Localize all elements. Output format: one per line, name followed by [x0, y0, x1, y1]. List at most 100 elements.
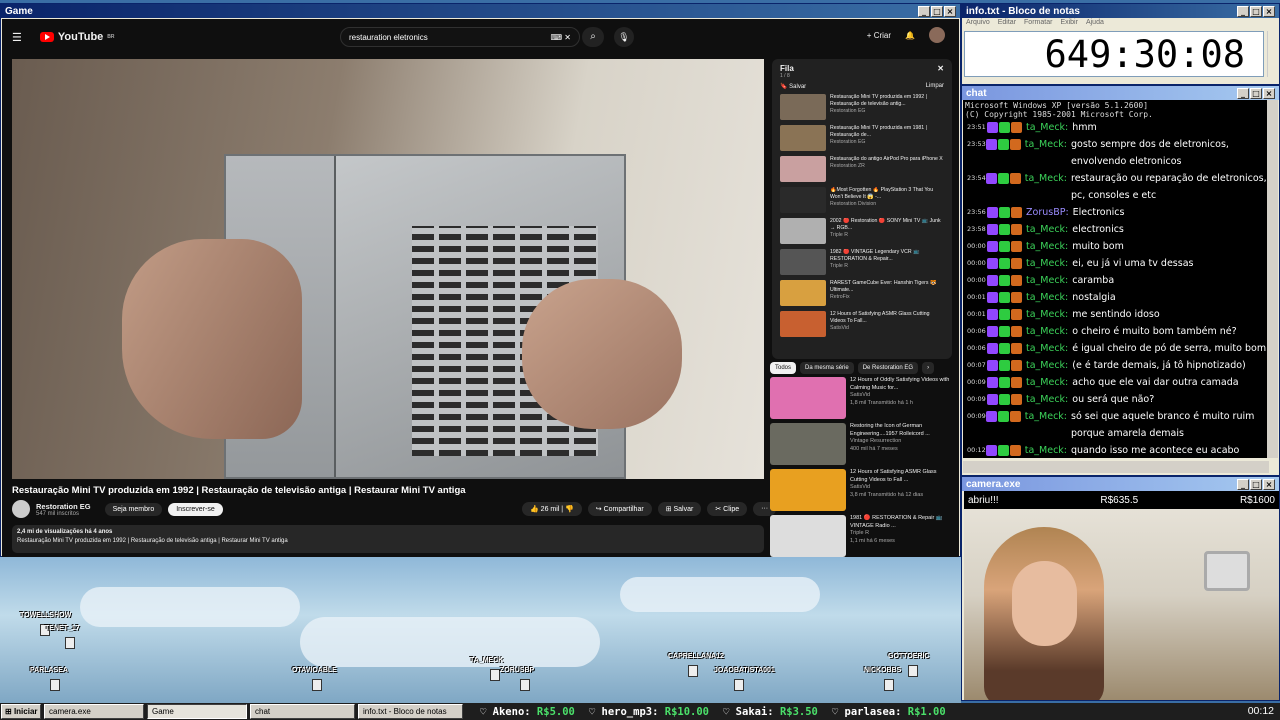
mic-button[interactable]: 🎙: [614, 27, 634, 47]
rec-thumbnail[interactable]: [770, 377, 846, 419]
queue-thumbnail[interactable]: [780, 249, 826, 275]
chat-username[interactable]: ta_Meck:: [1025, 408, 1067, 425]
chat-username[interactable]: ta_Meck:: [1026, 238, 1068, 255]
queue-thumbnail[interactable]: [780, 280, 826, 306]
chat-username[interactable]: ta_Meck:: [1026, 323, 1068, 340]
queue-thumbnail[interactable]: [780, 125, 826, 151]
rec-thumbnail[interactable]: [770, 423, 846, 465]
close-button[interactable]: ×: [1263, 87, 1275, 99]
taskbar-chat[interactable]: chat: [250, 704, 355, 719]
menu-file[interactable]: Arquivo: [966, 19, 990, 29]
chat-username[interactable]: ta_Meck:: [1026, 221, 1068, 238]
queue-thumbnail[interactable]: [780, 94, 826, 120]
close-button[interactable]: ×: [1263, 5, 1275, 17]
youtube-logo[interactable]: YouTube BR: [39, 31, 115, 43]
menu-help[interactable]: Ajuda: [1086, 19, 1104, 29]
camera-titlebar[interactable]: camera.exe _ □ ×: [962, 477, 1279, 491]
queue-clear-button[interactable]: Limpar: [926, 83, 944, 90]
channel-avatar[interactable]: [12, 500, 30, 518]
close-button[interactable]: ×: [1263, 478, 1275, 490]
maximize-button[interactable]: □: [1250, 478, 1262, 490]
chat-username[interactable]: ta_Meck:: [1026, 119, 1068, 136]
chat-username[interactable]: ta_Meck:: [1026, 340, 1068, 357]
like-button[interactable]: 👍 26 mil | 👎: [522, 502, 582, 516]
chat-username[interactable]: ta_Meck:: [1026, 374, 1068, 391]
description-box[interactable]: 2,4 mi de visualizações há 4 anos Restau…: [12, 525, 764, 553]
rec-thumbnail[interactable]: [770, 515, 846, 557]
search-input[interactable]: restauration eletronics ⌨ ✕: [340, 27, 580, 47]
chat-username[interactable]: ta_Meck:: [1026, 255, 1068, 272]
recommendation-item[interactable]: 12 Hours of Satisfying ASMR Glass Cuttin…: [770, 469, 955, 513]
start-button[interactable]: ⊞ Iniciar: [1, 704, 41, 719]
menu-format[interactable]: Formatar: [1024, 19, 1052, 29]
queue-close-icon[interactable]: ✕: [937, 64, 944, 73]
chat-username[interactable]: ta_Meck:: [1026, 272, 1068, 289]
chat-h-scrollbar[interactable]: [963, 461, 1269, 473]
video-player[interactable]: [12, 59, 764, 479]
clip-button[interactable]: ✂ Clipe: [707, 502, 748, 516]
chat-username[interactable]: ta_Meck:: [1025, 136, 1067, 153]
share-button[interactable]: ↪ Compartilhar: [587, 502, 652, 516]
chat-username[interactable]: ta_Meck:: [1025, 170, 1067, 187]
queue-item[interactable]: 12 Hours of Satisfying ASMR Glass Cuttin…: [780, 311, 944, 339]
chat-timestamp: 00:01: [967, 293, 986, 301]
maximize-button[interactable]: □: [1250, 87, 1262, 99]
minimize-button[interactable]: _: [1237, 5, 1249, 17]
queue-item[interactable]: 1982 🔴 VINTAGE Legendary VCR 📺 RESTORATI…: [780, 249, 944, 277]
notepad-scrollbar[interactable]: [1267, 31, 1277, 77]
join-button[interactable]: Seja membro: [104, 502, 163, 516]
notepad-titlebar[interactable]: info.txt - Bloco de notas _ □ ×: [962, 4, 1279, 18]
queue-item[interactable]: 2002 🔴 Restoration 🔴 SONY Mini TV 📺 Junk…: [780, 218, 944, 246]
game-titlebar[interactable]: Game _ □ ×: [1, 4, 960, 18]
taskbar-game[interactable]: Game: [147, 704, 247, 719]
queue-save-button[interactable]: 🔖 Salvar: [780, 83, 806, 90]
queue-item[interactable]: 🔥Most Forgotten 🔥 PlayStation 3 That You…: [780, 187, 944, 215]
chat-titlebar[interactable]: chat _ □ ×: [962, 86, 1279, 100]
menu-view[interactable]: Exibir: [1060, 19, 1078, 29]
chat-username[interactable]: ta_Meck:: [1026, 289, 1068, 306]
channel-name[interactable]: Restoration EG: [36, 502, 91, 511]
queue-item[interactable]: Restauração Mini TV produzida em 1992 | …: [780, 94, 944, 122]
chip-all[interactable]: Todos: [770, 362, 797, 374]
recommendation-item[interactable]: Restoring the Icon of German Engineering…: [770, 423, 955, 467]
recommendation-item[interactable]: 1981 🔴 RESTORATION & Repair 📺 VINTAGE Ra…: [770, 515, 955, 559]
subscribe-button[interactable]: Inscrever-se: [168, 502, 223, 516]
chips-next-icon[interactable]: ›: [922, 362, 935, 374]
badge-icon: [987, 224, 998, 235]
chat-scrollbar[interactable]: [1267, 100, 1278, 458]
chat-username[interactable]: ta_Meck:: [1026, 306, 1068, 323]
queue-item[interactable]: Restauração Mini TV produzida em 1981 | …: [780, 125, 944, 153]
queue-thumbnail[interactable]: [780, 311, 826, 337]
maximize-button[interactable]: □: [931, 5, 943, 17]
clear-search-icon[interactable]: ⌨ ✕: [551, 33, 571, 42]
chat-username[interactable]: ZorusBP:: [1026, 204, 1069, 221]
chip-channel[interactable]: De Restoration EG: [857, 362, 919, 374]
menu-edit[interactable]: Editar: [998, 19, 1016, 29]
chat-username[interactable]: ta_Meck:: [1025, 442, 1067, 458]
close-button[interactable]: ×: [944, 5, 956, 17]
chat-username[interactable]: ta_Meck:: [1026, 391, 1068, 408]
search-button[interactable]: ⌕: [582, 27, 604, 47]
recommendation-item[interactable]: 12 Hours of Oddly Satisfying Videos with…: [770, 377, 955, 421]
avatar[interactable]: [929, 27, 945, 43]
chip-series[interactable]: Da mesma série: [800, 362, 854, 374]
dislike-icon[interactable]: 👎: [565, 506, 574, 513]
menu-icon[interactable]: ☰: [12, 31, 22, 44]
queue-thumbnail[interactable]: [780, 218, 826, 244]
create-button[interactable]: + Criar: [867, 31, 891, 40]
rec-thumbnail[interactable]: [770, 469, 846, 511]
taskbar-notepad[interactable]: info.txt - Bloco de notas: [358, 704, 463, 719]
taskbar-camera[interactable]: camera.exe: [44, 704, 144, 719]
queue-thumbnail[interactable]: [780, 156, 826, 182]
bell-icon[interactable]: 🔔: [905, 31, 915, 40]
queue-thumbnail[interactable]: [780, 187, 826, 213]
chat-username[interactable]: ta_Meck:: [1026, 357, 1068, 374]
queue-item[interactable]: Restauração do antigo AirPod Pro para iP…: [780, 156, 944, 184]
maximize-button[interactable]: □: [1250, 5, 1262, 17]
minimize-button[interactable]: _: [1237, 478, 1249, 490]
queue-item[interactable]: RAREST GameCube Ever: Hanshin Tigers 🐯 U…: [780, 280, 944, 308]
timer-text[interactable]: 649:30:08: [964, 31, 1264, 77]
save-button[interactable]: ⊞ Salvar: [657, 502, 702, 516]
minimize-button[interactable]: _: [1237, 87, 1249, 99]
minimize-button[interactable]: _: [918, 5, 930, 17]
